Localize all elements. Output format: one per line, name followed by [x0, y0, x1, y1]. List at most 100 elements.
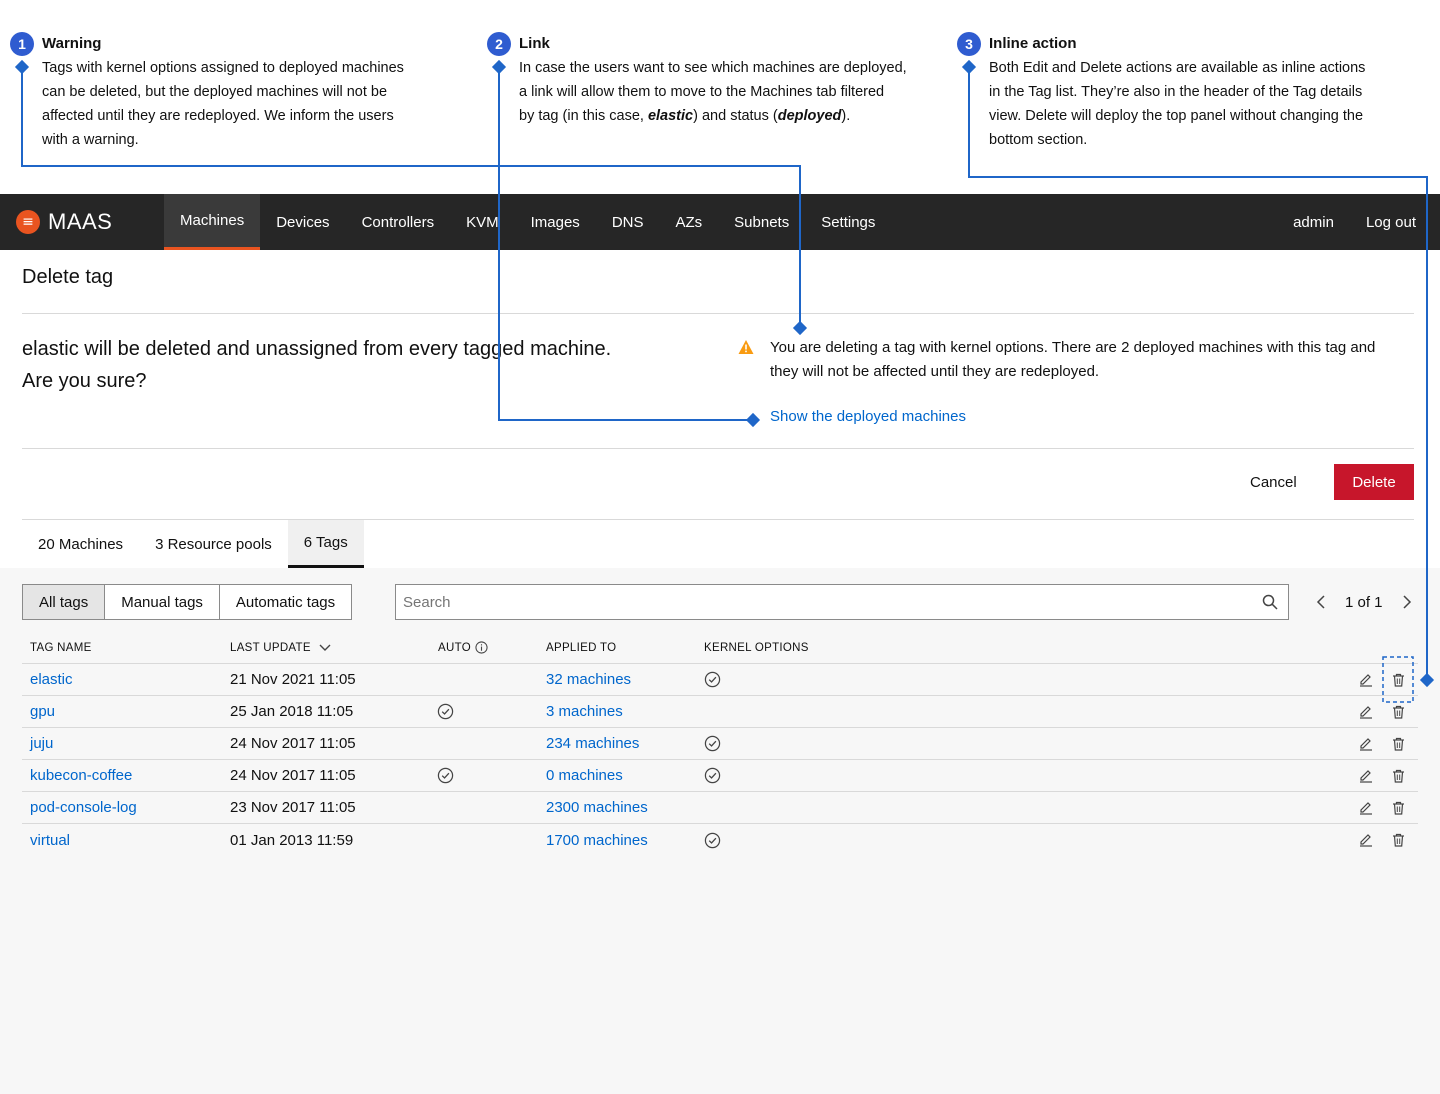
last-update-cell: 21 Nov 2021 11:05: [230, 671, 356, 688]
column-header-kernel-options[interactable]: KERNEL OPTIONS: [704, 642, 1342, 654]
tab-resource-pools[interactable]: 3 Resource pools: [139, 520, 288, 568]
nav-azs[interactable]: AZs: [659, 194, 718, 250]
tab-tags[interactable]: 6 Tags: [287, 520, 364, 568]
nav-dns[interactable]: DNS: [596, 194, 660, 250]
info-icon[interactable]: [475, 641, 488, 654]
divider: [22, 448, 1414, 449]
edit-pencil-icon[interactable]: [1358, 736, 1374, 752]
annotation-line: a link will allow them to move to the Ma…: [519, 84, 885, 100]
tag-name-link[interactable]: juju: [30, 735, 53, 752]
top-navbar: ≡ MAAS Machines Devices Controllers KVM …: [0, 194, 1440, 250]
table-row: gpu 25 Jan 2018 11:05 3 machines: [22, 696, 1418, 728]
annotation-line: Tags with kernel options assigned to dep…: [42, 60, 404, 76]
page-count: 1 of 1: [1345, 593, 1383, 611]
delete-trash-icon[interactable]: [1390, 672, 1406, 688]
checkmark-circle-icon: [704, 832, 721, 849]
edit-pencil-icon[interactable]: [1358, 704, 1374, 720]
previous-page-icon[interactable]: [1310, 595, 1332, 609]
annotation-line: by tag (in this case, elastic) and statu…: [519, 108, 851, 124]
tab-machines[interactable]: 20 Machines: [22, 520, 139, 568]
annotation-inline-action: 3 Inline action Both Edit and Delete act…: [957, 32, 1429, 152]
nav-settings[interactable]: Settings: [805, 194, 891, 250]
delete-trash-icon[interactable]: [1390, 768, 1406, 784]
annotation-title: Warning: [42, 35, 102, 52]
nav-logout[interactable]: Log out: [1350, 194, 1440, 250]
edit-pencil-icon[interactable]: [1358, 768, 1374, 784]
annotation-title: Link: [519, 35, 550, 52]
column-header-tag-name[interactable]: TAG NAME: [22, 642, 230, 654]
annotation-line: bottom section.: [989, 132, 1088, 148]
checkmark-circle-icon: [704, 735, 721, 752]
annotation-number-badge: 3: [957, 32, 981, 56]
applied-to-link[interactable]: 2300 machines: [546, 799, 648, 816]
tag-name-link[interactable]: gpu: [30, 703, 55, 720]
table-row: kubecon-coffee 24 Nov 2017 11:05 0 machine…: [22, 760, 1418, 792]
status-emphasis: deployed: [777, 108, 842, 124]
applied-to-link[interactable]: 3 machines: [546, 703, 623, 720]
edit-pencil-icon[interactable]: [1358, 672, 1374, 688]
annotation-body: In case the users want to see which mach…: [519, 56, 949, 128]
tag-name-link[interactable]: kubecon-coffee: [30, 767, 132, 784]
filter-manual-tags[interactable]: Manual tags: [105, 585, 220, 619]
edit-pencil-icon[interactable]: [1358, 832, 1374, 848]
column-header-last-update[interactable]: LAST UPDATE: [230, 642, 438, 654]
annotation-number-badge: 2: [487, 32, 511, 56]
annotation-body: Both Edit and Delete actions are availab…: [989, 56, 1429, 152]
annotation-number-badge: 1: [10, 32, 34, 56]
nav-images[interactable]: Images: [515, 194, 596, 250]
show-deployed-machines-link[interactable]: Show the deployed machines: [770, 408, 966, 425]
panel-title: Delete tag: [22, 266, 114, 288]
cancel-button[interactable]: Cancel: [1234, 464, 1313, 500]
search-icon[interactable]: [1252, 594, 1288, 610]
column-header-applied-to[interactable]: APPLIED TO: [546, 642, 704, 654]
maas-logo-icon: ≡: [16, 210, 40, 234]
tags-table: TAG NAME LAST UPDATE AUTO APPLIED TO KER…: [22, 632, 1418, 856]
warning-message: You are deleting a tag with kernel optio…: [770, 339, 1376, 380]
next-page-icon[interactable]: [1396, 595, 1418, 609]
filter-automatic-tags[interactable]: Automatic tags: [219, 585, 352, 619]
search-input[interactable]: [396, 593, 1252, 611]
annotation-title: Inline action: [989, 35, 1077, 52]
nav-machines[interactable]: Machines: [164, 194, 261, 250]
tag-name-emphasis: elastic: [647, 108, 694, 124]
warning-icon: [738, 340, 754, 354]
tag-name-link[interactable]: elastic: [30, 671, 73, 688]
delete-button[interactable]: Delete: [1334, 464, 1414, 500]
nav-controllers[interactable]: Controllers: [346, 194, 451, 250]
applied-to-link[interactable]: 0 machines: [546, 767, 623, 784]
delete-trash-icon[interactable]: [1390, 704, 1406, 720]
applied-to-link[interactable]: 1700 machines: [546, 832, 648, 849]
last-update-cell: 01 Jan 2013 11:59: [230, 831, 354, 849]
edit-pencil-icon[interactable]: [1358, 800, 1374, 816]
nav-user-admin[interactable]: admin: [1277, 194, 1350, 250]
applied-to-link[interactable]: 234 machines: [546, 735, 639, 752]
brand-name: MAAS: [48, 209, 113, 234]
annotation-line: with a warning.: [42, 132, 139, 148]
row-actions: [1342, 768, 1418, 784]
table-body: elastic 21 Nov 2021 11:05 32 machines gpu 25…: [22, 664, 1418, 856]
nav-kvm[interactable]: KVM: [450, 194, 515, 250]
row-actions: [1342, 704, 1418, 720]
nav-devices[interactable]: Devices: [260, 194, 345, 250]
nav-subnets[interactable]: Subnets: [718, 194, 805, 250]
row-actions: [1342, 832, 1418, 848]
section-tabs: 20 Machines 3 Resource pools 6 Tags: [22, 520, 364, 568]
table-row: virtual 01 Jan 2013 11:59 1700 machines: [22, 824, 1418, 856]
column-header-auto[interactable]: AUTO: [438, 641, 546, 654]
filter-all-tags[interactable]: All tags: [23, 585, 106, 619]
tag-name-link[interactable]: virtual: [30, 832, 70, 849]
applied-to-link[interactable]: 32 machines: [546, 671, 631, 688]
annotation-line: view. Delete will deploy the top panel w…: [989, 108, 1364, 124]
annotation-line: Both Edit and Delete actions are availab…: [989, 60, 1366, 76]
delete-trash-icon[interactable]: [1390, 832, 1406, 848]
row-actions: [1342, 736, 1418, 752]
delete-trash-icon[interactable]: [1390, 736, 1406, 752]
maas-logo[interactable]: ≡ MAAS: [16, 209, 164, 235]
last-update-cell: 25 Jan 2018 11:05: [230, 703, 354, 720]
chevron-down-icon: [319, 644, 331, 651]
delete-trash-icon[interactable]: [1390, 800, 1406, 816]
table-row: elastic 21 Nov 2021 11:05 32 machines: [22, 664, 1418, 696]
divider: [22, 313, 1414, 314]
checkmark-circle-icon: [437, 767, 454, 784]
tag-name-link[interactable]: pod-console-log: [30, 799, 137, 816]
